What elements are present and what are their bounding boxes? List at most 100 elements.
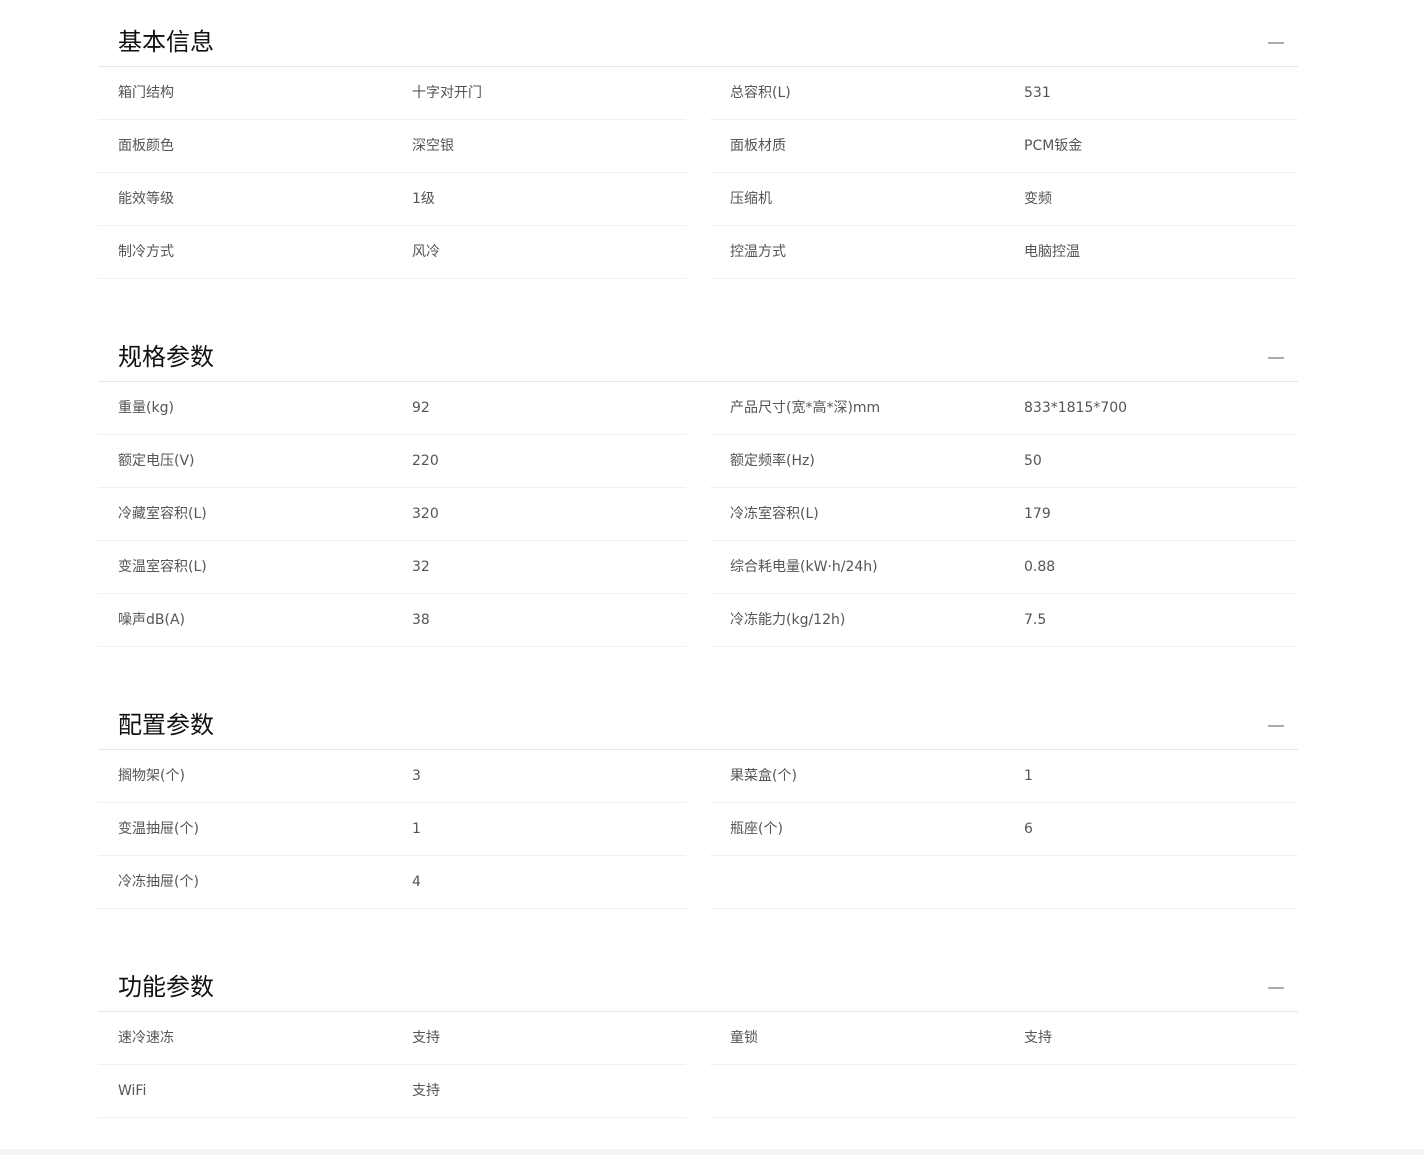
spec-value: 4 [412, 874, 421, 890]
spec-grid: 重量(kg) 92 产品尺寸(宽*高*深)mm 833*1815*700 额定电压(… [98, 382, 1298, 647]
spec-grid: 箱门结构 十字对开门 总容积(L) 531 面板颜色 深空银 面板材质 PCM钣金 能效… [98, 67, 1298, 279]
section-header: 功能参数 [98, 945, 1298, 1012]
spec-value: 1 [412, 821, 421, 837]
spec-row: 额定电压(V) 220 [98, 435, 686, 488]
spec-value: 0.88 [1024, 559, 1056, 575]
section-title: 规格参数 [118, 343, 214, 371]
spec-row: 搁物架(个) 3 [98, 750, 686, 803]
spec-row: 冷冻能力(kg/12h) 7.5 [710, 594, 1298, 647]
spec-row: 综合耗电量(kW·h/24h) 0.88 [710, 541, 1298, 594]
spec-row: 制冷方式 风冷 [98, 226, 686, 279]
spec-row: 速冷速冻 支持 [98, 1012, 686, 1065]
spec-value: 92 [412, 400, 430, 416]
spec-label: 面板颜色 [118, 138, 174, 154]
spec-value: 179 [1024, 506, 1051, 522]
section-header: 配置参数 [98, 683, 1298, 750]
spec-label: 额定电压(V) [118, 453, 195, 469]
spec-row: 变温室容积(L) 32 [98, 541, 686, 594]
spec-row: 箱门结构 十字对开门 [98, 67, 686, 120]
spec-row-empty [710, 1065, 1298, 1118]
section-spec-params: 规格参数 重量(kg) 92 产品尺寸(宽*高*深)mm 833*1815*700 … [98, 315, 1298, 647]
spec-label: 冷藏室容积(L) [118, 506, 207, 522]
spec-row: 冷冻室容积(L) 179 [710, 488, 1298, 541]
spec-value: 320 [412, 506, 439, 522]
spec-value: 220 [412, 453, 439, 469]
section-title: 功能参数 [118, 973, 214, 1001]
spec-row: 冷藏室容积(L) 320 [98, 488, 686, 541]
spec-row: WiFi 支持 [98, 1065, 686, 1118]
spec-row: 冷冻抽屉(个) 4 [98, 856, 686, 909]
spec-value: 深空银 [412, 138, 454, 154]
spec-row: 噪声dB(A) 38 [98, 594, 686, 647]
spec-value: 32 [412, 559, 430, 575]
spec-value: 1级 [412, 191, 435, 207]
footer-bar [0, 1149, 1424, 1155]
spec-label: 童锁 [730, 1030, 758, 1046]
spec-label: 制冷方式 [118, 244, 174, 260]
spec-value: 38 [412, 612, 430, 628]
spec-row: 压缩机 变频 [710, 173, 1298, 226]
section-title: 基本信息 [118, 28, 214, 56]
spec-label: 变温抽屉(个) [118, 821, 199, 837]
spec-label: 冷冻抽屉(个) [118, 874, 199, 890]
spec-value: 7.5 [1024, 612, 1047, 628]
spec-label: 控温方式 [730, 244, 786, 260]
spec-row: 瓶座(个) 6 [710, 803, 1298, 856]
collapse-icon[interactable] [1268, 42, 1284, 44]
section-basic-info: 基本信息 箱门结构 十字对开门 总容积(L) 531 面板颜色 深空银 面板材质 PCM… [98, 0, 1298, 279]
spec-row: 果菜盒(个) 1 [710, 750, 1298, 803]
collapse-icon[interactable] [1268, 725, 1284, 727]
section-function-params: 功能参数 速冷速冻 支持 童锁 支持 WiFi 支持 [98, 945, 1298, 1118]
spec-label: 箱门结构 [118, 85, 174, 101]
spec-value: 833*1815*700 [1024, 400, 1128, 416]
spec-label: 面板材质 [730, 138, 786, 154]
spec-value: 531 [1024, 85, 1051, 101]
section-config-params: 配置参数 搁物架(个) 3 果菜盒(个) 1 变温抽屉(个) 1 瓶座(个) 6 冷冻抽… [98, 683, 1298, 909]
spec-value: 支持 [412, 1083, 440, 1099]
section-title: 配置参数 [118, 711, 214, 739]
spec-label: WiFi [118, 1083, 147, 1099]
spec-label: 速冷速冻 [118, 1030, 174, 1046]
spec-row-empty [710, 856, 1298, 909]
spec-row: 产品尺寸(宽*高*深)mm 833*1815*700 [710, 382, 1298, 435]
spec-row: 额定频率(Hz) 50 [710, 435, 1298, 488]
spec-value: 支持 [1024, 1030, 1052, 1046]
spec-value: 变频 [1024, 191, 1052, 207]
collapse-icon[interactable] [1268, 357, 1284, 359]
spec-value: 6 [1024, 821, 1033, 837]
spec-value: 50 [1024, 453, 1042, 469]
spec-label: 产品尺寸(宽*高*深)mm [730, 400, 881, 416]
spec-label: 变温室容积(L) [118, 559, 207, 575]
spec-label: 冷冻能力(kg/12h) [730, 612, 846, 628]
spec-label: 综合耗电量(kW·h/24h) [730, 559, 878, 575]
spec-grid: 搁物架(个) 3 果菜盒(个) 1 变温抽屉(个) 1 瓶座(个) 6 冷冻抽屉(个) 4 [98, 750, 1298, 909]
spec-label: 果菜盒(个) [730, 768, 797, 784]
spec-value: 支持 [412, 1030, 440, 1046]
spec-label: 噪声dB(A) [118, 612, 185, 628]
collapse-icon[interactable] [1268, 987, 1284, 989]
section-header: 规格参数 [98, 315, 1298, 382]
spec-label: 冷冻室容积(L) [730, 506, 819, 522]
spec-label: 重量(kg) [118, 400, 174, 416]
spec-row: 变温抽屉(个) 1 [98, 803, 686, 856]
spec-value: 电脑控温 [1024, 244, 1080, 260]
spec-grid: 速冷速冻 支持 童锁 支持 WiFi 支持 [98, 1012, 1298, 1118]
spec-value: 1 [1024, 768, 1033, 784]
spec-label: 压缩机 [730, 191, 772, 207]
spec-row: 面板材质 PCM钣金 [710, 120, 1298, 173]
spec-row: 能效等级 1级 [98, 173, 686, 226]
spec-label: 能效等级 [118, 191, 174, 207]
spec-value: 十字对开门 [412, 85, 482, 101]
spec-row: 童锁 支持 [710, 1012, 1298, 1065]
spec-row: 面板颜色 深空银 [98, 120, 686, 173]
spec-label: 总容积(L) [730, 85, 791, 101]
spec-label: 额定频率(Hz) [730, 453, 815, 469]
section-header: 基本信息 [98, 0, 1298, 67]
spec-value: 3 [412, 768, 421, 784]
spec-row: 控温方式 电脑控温 [710, 226, 1298, 279]
spec-label: 搁物架(个) [118, 768, 185, 784]
spec-row: 重量(kg) 92 [98, 382, 686, 435]
spec-value: PCM钣金 [1024, 138, 1083, 154]
spec-label: 瓶座(个) [730, 821, 783, 837]
spec-container: 基本信息 箱门结构 十字对开门 总容积(L) 531 面板颜色 深空银 面板材质 PCM… [98, 0, 1298, 1154]
